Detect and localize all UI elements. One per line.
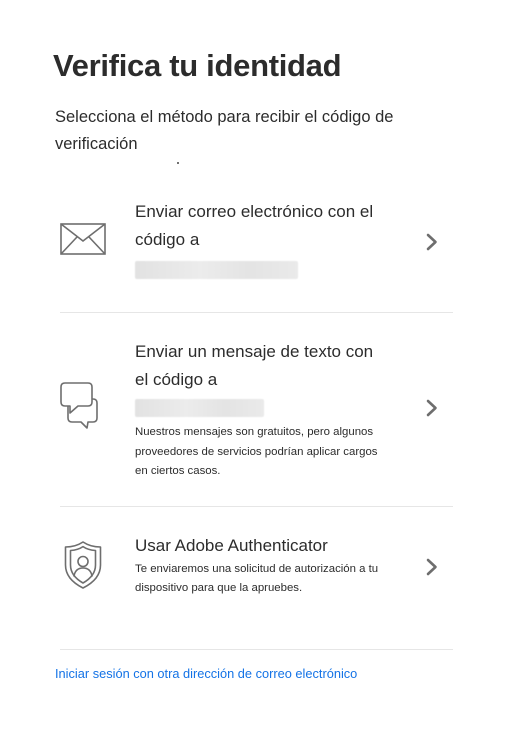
chat-bubbles-icon [60,381,106,434]
chevron-right-icon [425,398,439,423]
redacted-email-address [135,261,298,279]
sign-in-other-email-link[interactable]: Iniciar sesión con otra dirección de cor… [55,666,357,681]
option-adobe-authenticator[interactable]: Usar Adobe Authenticator Te enviaremos u… [55,531,455,621]
divider [60,506,453,507]
stray-dot [177,162,179,164]
option-authenticator-text: Usar Adobe Authenticator Te enviaremos u… [135,532,390,599]
option-sms-text: Enviar un mensaje de texto con el código… [135,338,390,482]
envelope-icon [60,223,106,260]
shield-user-icon [64,541,102,594]
option-sms[interactable]: Enviar un mensaje de texto con el código… [55,337,455,482]
divider [60,312,453,313]
option-email-title: Enviar correo electrónico con el código … [135,202,374,249]
page-subtitle: Selecciona el método para recibir el cód… [55,108,394,153]
redacted-phone-number [135,399,264,417]
chevron-right-icon [425,557,439,582]
page-title: Verifica tu identidad [53,48,342,83]
chevron-right-icon [425,232,439,257]
option-authenticator-title: Usar Adobe Authenticator [135,536,328,555]
divider [60,649,453,650]
option-sms-title: Enviar un mensaje de texto con el código… [135,342,374,389]
option-authenticator-description: Te enviaremos una solicitud de autorizac… [135,562,379,595]
option-sms-description: Nuestros mensajes son gratuitos, pero al… [135,426,378,477]
option-email-text: Enviar correo electrónico con el código … [135,198,390,279]
option-email[interactable]: Enviar correo electrónico con el código … [55,196,455,286]
